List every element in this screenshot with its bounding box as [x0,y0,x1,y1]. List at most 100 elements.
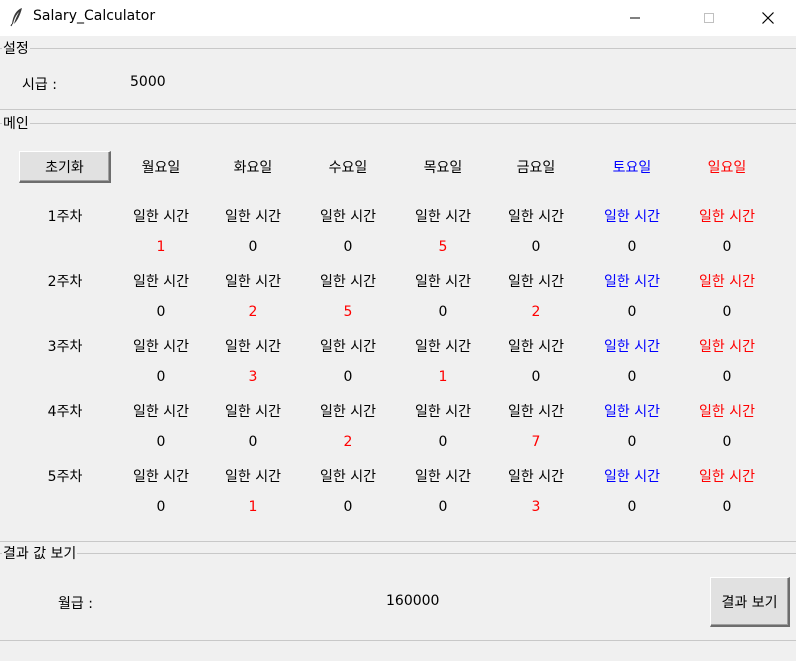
day-header-3: 목요일 [423,160,463,176]
hours-value: 0 [438,434,448,450]
hours-value: 0 [438,304,448,320]
hours-value: 0 [343,369,353,385]
minimize-icon [630,17,640,19]
maximize-icon [704,13,714,23]
hours-value: 0 [627,369,637,385]
hours-label: 일한 시간 [415,469,471,485]
week-label: 4주차 [47,404,83,420]
hours-label: 일한 시간 [225,274,281,290]
hours-label: 일한 시간 [415,404,471,420]
hours-value: 0 [627,434,637,450]
salary-value: 160000 [386,593,440,609]
week-label: 1주차 [47,209,83,225]
hours-label: 일한 시간 [508,209,564,225]
hours-value: 0 [156,369,166,385]
hours-value: 0 [343,239,353,255]
hours-value: 0 [343,499,353,515]
hours-label: 일한 시간 [699,209,755,225]
hours-value: 1 [156,239,166,255]
hours-value: 0 [531,239,541,255]
hours-label: 일한 시간 [699,469,755,485]
hours-value: 1 [438,369,448,385]
week-label: 2주차 [47,274,83,290]
settings-legend: 설정 [3,41,29,57]
salary-label: 월급 : [58,596,93,612]
hours-value: 0 [627,304,637,320]
hours-label: 일한 시간 [320,209,376,225]
hours-value: 2 [248,304,258,320]
day-header-0: 월요일 [141,160,181,176]
result-legend: 결과 값 보기 [3,546,77,562]
hours-label: 일한 시간 [320,274,376,290]
hours-label: 일한 시간 [604,209,660,225]
hours-value: 0 [722,499,732,515]
maximize-button[interactable] [686,0,732,36]
window-title: Salary_Calculator [33,8,156,24]
close-button[interactable] [745,0,791,36]
hours-label: 일한 시간 [133,274,189,290]
day-header-1: 화요일 [233,160,273,176]
hours-value: 1 [248,499,258,515]
hours-label: 일한 시간 [133,209,189,225]
hours-label: 일한 시간 [225,469,281,485]
week-label: 3주차 [47,339,83,355]
hours-label: 일한 시간 [699,339,755,355]
hours-value: 0 [156,499,166,515]
hours-value: 0 [248,434,258,450]
hours-label: 일한 시간 [699,274,755,290]
hours-label: 일한 시간 [415,274,471,290]
main-legend: 메인 [3,116,29,132]
hours-value: 0 [627,499,637,515]
hours-label: 일한 시간 [415,209,471,225]
hours-value: 0 [156,304,166,320]
hours-label: 일한 시간 [225,209,281,225]
hours-label: 일한 시간 [604,274,660,290]
hours-value: 0 [156,434,166,450]
hours-label: 일한 시간 [225,339,281,355]
feather-icon [10,8,22,27]
hours-label: 일한 시간 [133,404,189,420]
wage-value: 5000 [130,74,166,90]
hours-value: 7 [531,434,541,450]
settings-frame: 설정 [0,38,796,110]
hours-value: 0 [722,369,732,385]
hours-label: 일한 시간 [604,469,660,485]
hours-value: 0 [627,239,637,255]
hours-value: 2 [531,304,541,320]
minimize-button[interactable] [612,0,658,36]
hours-value: 0 [722,434,732,450]
hours-value: 0 [722,304,732,320]
hours-label: 일한 시간 [415,339,471,355]
result-frame: 결과 값 보기 [0,543,796,641]
reset-button[interactable]: 초기화 [19,151,111,183]
week-label: 5주차 [47,469,83,485]
hours-value: 3 [531,499,541,515]
hours-label: 일한 시간 [225,404,281,420]
day-header-6: 일요일 [707,160,747,176]
day-header-4: 금요일 [516,160,556,176]
hours-label: 일한 시간 [320,469,376,485]
hours-value: 0 [722,239,732,255]
day-header-5: 토요일 [612,160,652,176]
hours-label: 일한 시간 [604,404,660,420]
title-bar: Salary_Calculator [0,0,796,36]
hours-value: 5 [343,304,353,320]
close-icon [762,12,774,24]
hours-label: 일한 시간 [133,469,189,485]
show-result-button[interactable]: 결과 보기 [710,577,790,627]
hours-value: 5 [438,239,448,255]
wage-label: 시급 : [22,77,57,93]
hours-value: 0 [531,369,541,385]
hours-label: 일한 시간 [699,404,755,420]
hours-value: 2 [343,434,353,450]
hours-value: 0 [248,239,258,255]
hours-label: 일한 시간 [320,339,376,355]
hours-value: 0 [438,499,448,515]
hours-label: 일한 시간 [133,339,189,355]
hours-label: 일한 시간 [508,274,564,290]
hours-label: 일한 시간 [508,339,564,355]
hours-label: 일한 시간 [604,339,660,355]
hours-label: 일한 시간 [320,404,376,420]
hours-label: 일한 시간 [508,469,564,485]
hours-label: 일한 시간 [508,404,564,420]
